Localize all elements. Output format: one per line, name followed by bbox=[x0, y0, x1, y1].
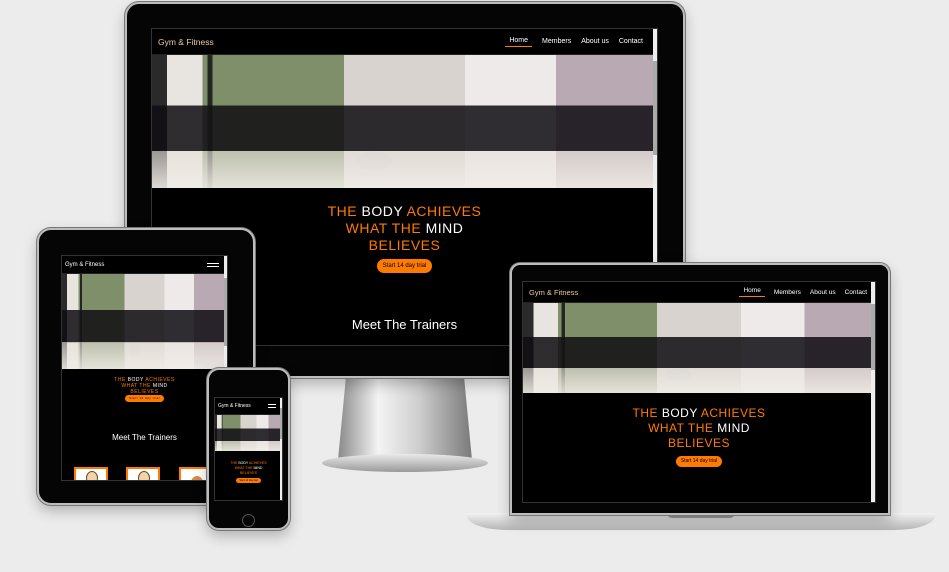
hero-word: BELIEVES bbox=[667, 436, 731, 450]
hero-word: ACHIEVES bbox=[700, 406, 766, 420]
cta-button[interactable]: Start 14 day trial bbox=[236, 478, 261, 483]
navbar: Gym & Fitness Home Members About us Cont… bbox=[523, 282, 875, 303]
trainers-heading: Meet The Trainers bbox=[112, 433, 177, 442]
hero-heading: THE BODY ACHIEVES WHAT THE MIND BELIEVES… bbox=[62, 377, 227, 402]
phone-screen: Gym & Fitness THE BODY ACHIEVES WHAT THE… bbox=[214, 397, 283, 501]
hero-word: THE bbox=[632, 406, 658, 420]
nav-members[interactable]: Members bbox=[542, 38, 571, 45]
hero-word: BODY bbox=[361, 203, 403, 219]
brand-logo[interactable]: Gym & Fitness bbox=[158, 37, 214, 47]
scrollbar[interactable] bbox=[871, 282, 875, 502]
brand-logo[interactable]: Gym & Fitness bbox=[65, 262, 104, 268]
laptop-base bbox=[467, 513, 935, 530]
nav-home[interactable]: Home bbox=[505, 37, 533, 47]
cta-button[interactable]: Start 14 day trial bbox=[675, 456, 723, 467]
nav-home[interactable]: Home bbox=[739, 287, 765, 297]
hero-image bbox=[215, 415, 282, 451]
brand-logo[interactable]: Gym & Fitness bbox=[218, 403, 251, 409]
hero-word: BODY bbox=[661, 406, 698, 420]
hero-word: MIND bbox=[253, 466, 263, 470]
hero-heading: THE BODY ACHIEVES WHAT THE MIND BELIEVES… bbox=[215, 461, 282, 483]
hero-word: MIND bbox=[425, 220, 464, 236]
nav-contact[interactable]: Contact bbox=[619, 38, 643, 45]
hero-word: BODY bbox=[238, 461, 249, 465]
hero-heading: THE BODY ACHIEVES WHAT THE MIND BELIEVES… bbox=[523, 406, 875, 467]
hero-word: WHAT THE bbox=[648, 421, 714, 435]
nav-about[interactable]: About us bbox=[810, 289, 836, 296]
monitor-base bbox=[322, 454, 488, 472]
hamburger-icon[interactable] bbox=[268, 404, 276, 408]
hero-word: ACHIEVES bbox=[248, 461, 267, 465]
hero-word: THE bbox=[230, 461, 238, 465]
trainer-card[interactable] bbox=[126, 467, 160, 480]
cta-button[interactable]: Start 14 day trial bbox=[125, 395, 164, 402]
hero-word: WHAT THE bbox=[234, 466, 253, 470]
navbar: Gym & Fitness Home Members About us Cont… bbox=[152, 29, 657, 55]
trainer-card[interactable] bbox=[74, 467, 108, 480]
hero-image bbox=[152, 55, 657, 188]
brand-logo[interactable]: Gym & Fitness bbox=[529, 288, 578, 297]
hero-word: THE bbox=[327, 203, 358, 219]
hero-image bbox=[523, 303, 875, 393]
tablet-screen: Gym & Fitness THE BODY ACHIEVES WHAT THE… bbox=[61, 255, 228, 481]
nav-about[interactable]: About us bbox=[581, 38, 609, 45]
hero-word: ACHIEVES bbox=[406, 203, 482, 219]
navbar: Gym & Fitness bbox=[215, 398, 282, 415]
hero-image bbox=[62, 274, 227, 369]
hero-word: MIND bbox=[717, 421, 750, 435]
hero-word: BELIEVES bbox=[368, 237, 441, 253]
cta-button[interactable]: Start 14 day trial bbox=[376, 259, 433, 273]
hero-word: WHAT THE bbox=[345, 220, 422, 236]
laptop: Gym & Fitness Home Members About us Cont… bbox=[510, 263, 890, 515]
hamburger-icon[interactable] bbox=[207, 262, 219, 267]
scrollbar[interactable] bbox=[280, 398, 282, 500]
nav-members[interactable]: Members bbox=[774, 289, 801, 296]
monitor-stand bbox=[338, 376, 472, 460]
laptop-screen: Gym & Fitness Home Members About us Cont… bbox=[522, 281, 876, 503]
home-button[interactable] bbox=[242, 514, 255, 527]
nav-contact[interactable]: Contact bbox=[845, 289, 867, 296]
navbar: Gym & Fitness bbox=[62, 256, 227, 274]
hero-word: BELIEVES bbox=[240, 471, 257, 475]
phone: Gym & Fitness THE BODY ACHIEVES WHAT THE… bbox=[207, 368, 290, 530]
